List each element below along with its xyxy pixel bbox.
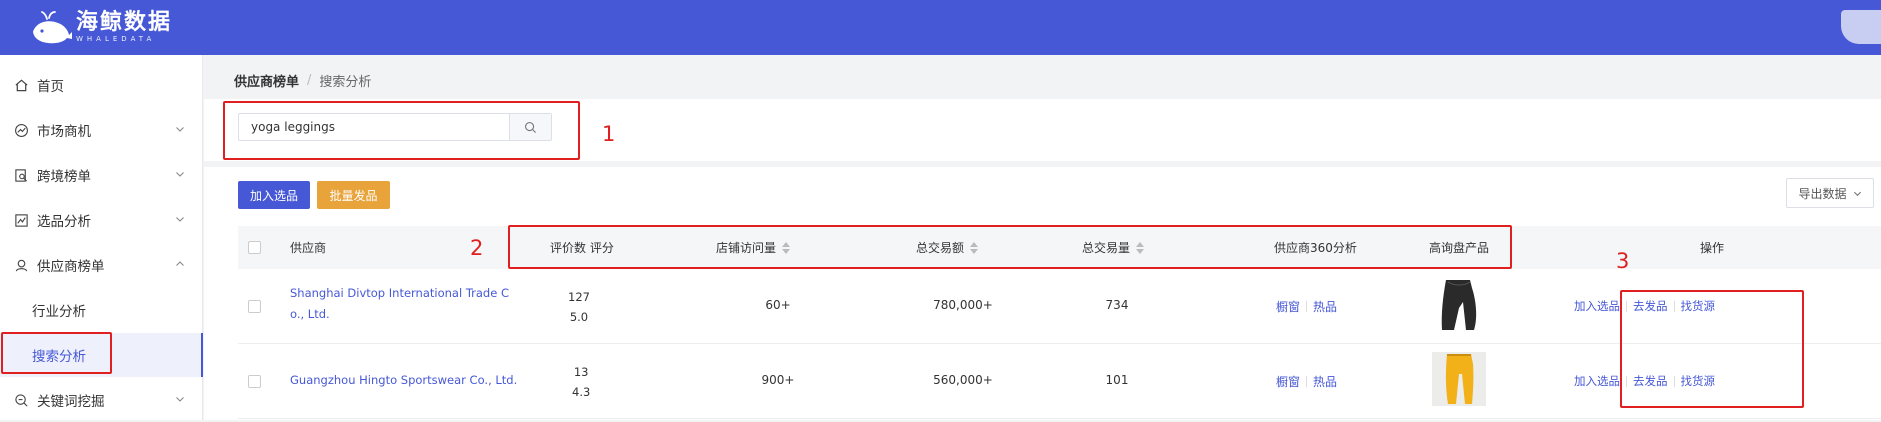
total-amount: 560,000+ (933, 373, 993, 387)
showcase-link[interactable]: 橱窗 (1276, 298, 1300, 315)
breadcrumb-parent[interactable]: 供应商榜单 (234, 71, 299, 90)
row-checkbox[interactable] (248, 375, 261, 388)
keyword-icon (13, 392, 29, 408)
brand-name-cn: 海鲸数据 (76, 9, 173, 35)
sidebar-item-suppliers[interactable]: 供应商榜单 (0, 243, 203, 287)
add-selection-button[interactable]: 加入选品 (238, 181, 310, 209)
add-selection-link[interactable]: 加入选品 (1574, 373, 1620, 389)
sidebar-item-selection[interactable]: 选品分析 (0, 198, 203, 242)
review-count: 13 (573, 365, 589, 379)
breadcrumb: 供应商榜单 / 搜索分析 (234, 71, 371, 90)
hot-products-link[interactable]: 热品 (1313, 373, 1337, 390)
sidebar-item-label: 选品分析 (37, 214, 91, 230)
sidebar-item-home[interactable]: 首页 (0, 63, 203, 107)
annotation-box-sidebar (1, 332, 112, 374)
chevron-down-icon (176, 127, 184, 132)
col-actions: 操作 (1700, 241, 1725, 255)
chevron-down-icon (176, 172, 184, 177)
chevron-up-icon (176, 261, 184, 266)
sidebar-item-label: 行业分析 (32, 304, 86, 320)
sidebar-item-label: 市场商机 (37, 124, 91, 140)
brand-logo[interactable]: 海鲸数据 WHALEDATA (30, 8, 172, 46)
supplier-link[interactable]: Shanghai Divtop International Trade C o.… (290, 283, 509, 325)
leggings-image-icon (1432, 352, 1486, 406)
breadcrumb-separator: / (307, 73, 312, 88)
supplier-link[interactable]: Guangzhou Hingto Sportswear Co., Ltd. (290, 373, 517, 387)
rating: 4.3 (572, 385, 591, 399)
chart-icon (13, 212, 29, 228)
sidebar-item-label: 首页 (37, 79, 64, 95)
annotation-label-2: 2 (470, 236, 484, 260)
rating: 5.0 (569, 310, 589, 324)
row-checkbox[interactable] (248, 300, 261, 313)
visit-count: 900+ (761, 373, 795, 387)
sidebar-item-label: 供应商榜单 (37, 259, 105, 275)
chevron-down-icon (176, 397, 184, 402)
chevron-down-icon (1853, 191, 1861, 196)
sidebar-item-industry[interactable]: 行业分析 (0, 288, 203, 332)
batch-publish-button[interactable]: 批量发品 (317, 181, 390, 209)
breadcrumb-current: 搜索分析 (319, 75, 372, 90)
supplier-name-line1: Guangzhou Hingto Sportswear Co., Ltd. (290, 373, 518, 387)
home-icon (13, 77, 29, 93)
total-volume: 734 (1105, 298, 1129, 312)
brand-name-en: WHALEDATA (76, 34, 156, 43)
trend-icon (13, 122, 29, 138)
export-label: 导出数据 (1798, 186, 1847, 201)
sidebar-item-keywords[interactable]: 关键词挖掘 (0, 378, 203, 422)
visit-count: 60+ (765, 298, 791, 312)
showcase-link[interactable]: 橱窗 (1276, 373, 1300, 390)
annotation-box-3 (1620, 290, 1804, 408)
whale-logo-icon (33, 11, 72, 44)
sidebar-item-label: 关键词挖掘 (37, 394, 105, 410)
product-thumbnail[interactable] (1432, 352, 1486, 406)
add-selection-link[interactable]: 加入选品 (1574, 298, 1620, 314)
divider (1306, 301, 1308, 312)
col-supplier: 供应商 (290, 241, 327, 255)
hot-products-link[interactable]: 热品 (1313, 298, 1337, 315)
chevron-down-icon (176, 217, 184, 222)
user-avatar[interactable] (1841, 10, 1881, 44)
total-volume: 101 (1105, 373, 1129, 387)
supplier-name-line1: Shanghai Divtop International Trade C (290, 286, 509, 300)
annotation-label-1: 1 (602, 122, 616, 146)
sidebar-item-label: 跨境榜单 (37, 169, 91, 185)
total-amount: 780,000+ (933, 298, 993, 312)
divider (1306, 376, 1308, 387)
product-thumbnail[interactable] (1432, 278, 1486, 332)
search-doc-icon (13, 167, 29, 183)
annotation-label-3: 3 (1616, 249, 1630, 273)
select-all-checkbox[interactable] (248, 241, 261, 254)
supplier-name-line2: o., Ltd. (290, 307, 330, 321)
sidebar-item-crossborder[interactable]: 跨境榜单 (0, 153, 203, 197)
leggings-image-icon (1432, 278, 1486, 332)
annotation-box-2 (508, 225, 1512, 269)
top-bar: 海鲸数据 WHALEDATA (0, 0, 1881, 55)
export-button[interactable]: 导出数据 (1786, 178, 1874, 208)
annotation-box-1 (223, 101, 580, 160)
sidebar-item-market[interactable]: 市场商机 (0, 108, 203, 152)
supplier-icon (13, 257, 29, 273)
review-count: 127 (568, 290, 590, 304)
